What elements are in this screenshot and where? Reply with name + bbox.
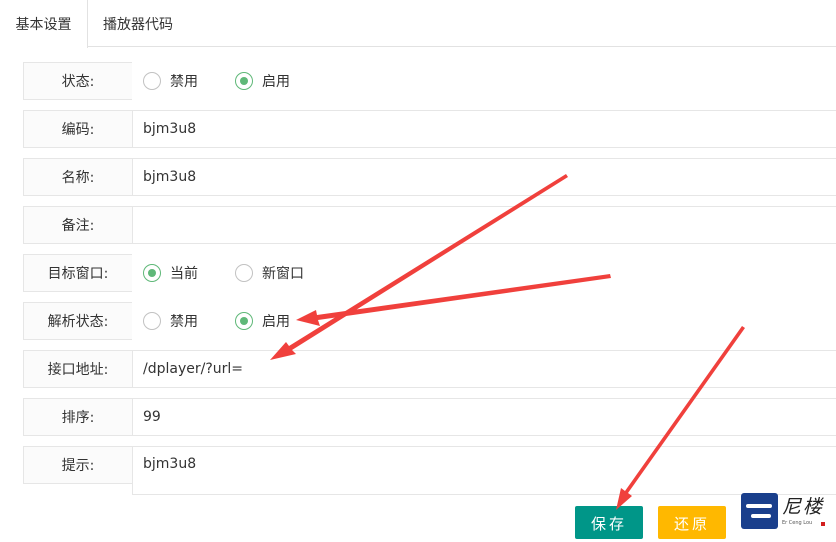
tab-player-code[interactable]: 播放器代码 bbox=[88, 0, 188, 47]
code-row: 编码: bjm3u8 bbox=[23, 110, 836, 148]
api-url-label: 接口地址: bbox=[23, 350, 133, 388]
radio-unchecked-icon bbox=[143, 312, 161, 330]
parse-option-enabled[interactable]: 启用 bbox=[235, 311, 290, 331]
logo-red-mark bbox=[821, 522, 825, 526]
api-url-row: 接口地址: /dplayer/?url= bbox=[23, 350, 836, 388]
sort-row: 排序: 99 bbox=[23, 398, 836, 436]
target-window-label: 目标窗口: bbox=[23, 254, 133, 292]
tip-textarea[interactable]: bjm3u8 bbox=[132, 446, 836, 495]
name-row: 名称: bjm3u8 bbox=[23, 158, 836, 196]
target-window-field: 当前 新窗口 bbox=[132, 254, 836, 292]
sort-label: 排序: bbox=[23, 398, 133, 436]
logo-subtext: Er Ceng Lou bbox=[782, 520, 813, 526]
radio-unchecked-icon bbox=[235, 264, 253, 282]
tab-bar: 基本设置 播放器代码 bbox=[0, 0, 836, 48]
target-option-new-window[interactable]: 新窗口 bbox=[235, 263, 304, 283]
radio-checked-icon bbox=[143, 264, 161, 282]
code-input[interactable]: bjm3u8 bbox=[132, 110, 836, 148]
parse-option-disabled[interactable]: 禁用 bbox=[143, 311, 198, 331]
api-url-input[interactable]: /dplayer/?url= bbox=[132, 350, 836, 388]
remark-input[interactable] bbox=[132, 206, 836, 244]
status-field: 禁用 启用 bbox=[132, 62, 836, 100]
target-window-row: 目标窗口: 当前 新窗口 bbox=[23, 254, 836, 292]
sort-input[interactable]: 99 bbox=[132, 398, 836, 436]
parse-status-field: 禁用 启用 bbox=[132, 302, 836, 340]
tip-row: 提示: bjm3u8 bbox=[23, 446, 836, 495]
status-option-enabled[interactable]: 启用 bbox=[235, 71, 290, 91]
tab-basic-settings[interactable]: 基本设置 bbox=[0, 0, 88, 48]
remark-row: 备注: bbox=[23, 206, 836, 244]
target-option-current[interactable]: 当前 bbox=[143, 263, 198, 283]
site-logo: 尼楼 Er Ceng Lou bbox=[741, 493, 829, 531]
radio-checked-icon bbox=[235, 72, 253, 90]
tip-label: 提示: bbox=[23, 446, 133, 484]
code-label: 编码: bbox=[23, 110, 133, 148]
status-option-disabled[interactable]: 禁用 bbox=[143, 71, 198, 91]
reset-button[interactable]: 还原 bbox=[658, 506, 726, 539]
radio-unchecked-icon bbox=[143, 72, 161, 90]
radio-checked-icon bbox=[235, 312, 253, 330]
logo-mark-icon bbox=[741, 493, 778, 529]
logo-text: 尼楼 bbox=[782, 496, 825, 518]
status-row: 状态: 禁用 启用 bbox=[23, 62, 836, 100]
name-label: 名称: bbox=[23, 158, 133, 196]
save-button[interactable]: 保存 bbox=[575, 506, 643, 539]
status-label: 状态: bbox=[23, 62, 133, 100]
remark-label: 备注: bbox=[23, 206, 133, 244]
name-input[interactable]: bjm3u8 bbox=[132, 158, 836, 196]
parse-status-label: 解析状态: bbox=[23, 302, 133, 340]
parse-status-row: 解析状态: 禁用 启用 bbox=[23, 302, 836, 340]
